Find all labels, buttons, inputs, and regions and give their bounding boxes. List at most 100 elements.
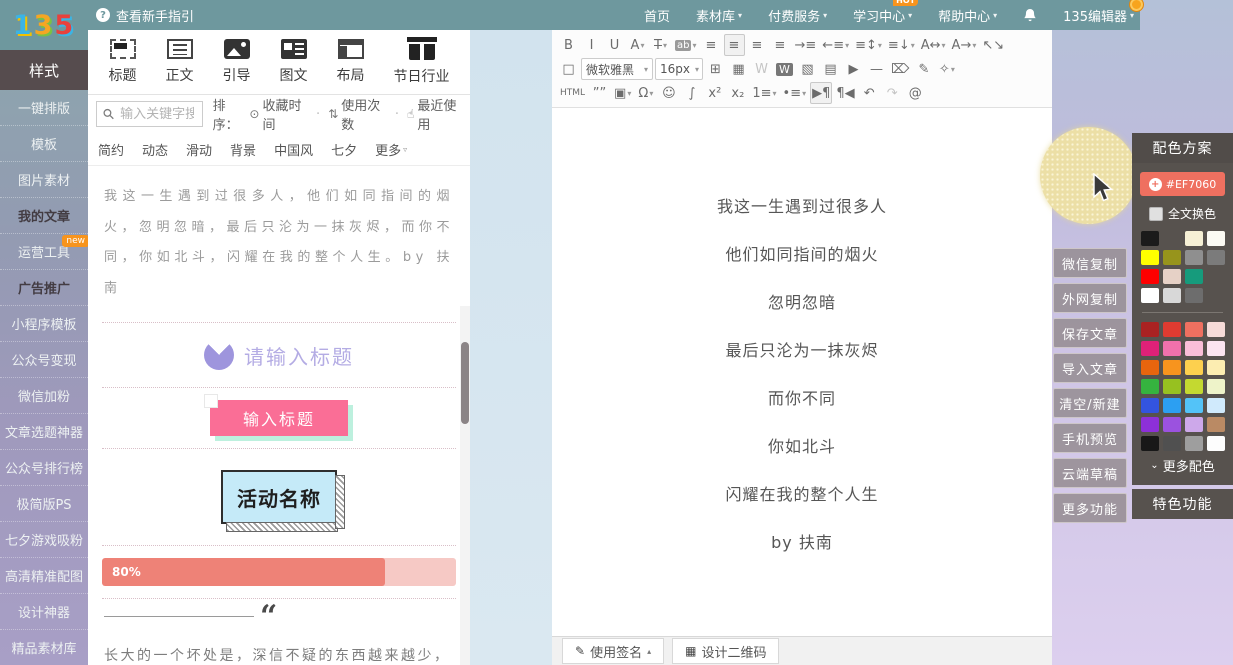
phone-preview-button[interactable]: 手机预览 — [1053, 423, 1127, 453]
color-swatch-9e9e9e[interactable] — [1185, 436, 1203, 451]
sidebar-item-topic-tool[interactable]: 文章选题神器 — [0, 414, 88, 450]
color-swatch-e7650e[interactable] — [1141, 360, 1159, 375]
color-swatch-fbe4f0[interactable] — [1207, 341, 1225, 356]
toolbar-word-import-button[interactable]: W — [774, 58, 795, 80]
toolbar-superscript-button[interactable]: x² — [704, 82, 725, 104]
color-swatch-a92222[interactable] — [1141, 322, 1159, 337]
toolbar-emoji-button[interactable]: ☺ — [658, 82, 679, 104]
sidebar-item-one-click-layout[interactable]: 一键排版 — [0, 90, 88, 126]
color-swatch-cda8ea[interactable] — [1185, 417, 1203, 432]
style-preview-activity[interactable]: 活动名称 — [102, 449, 456, 545]
toolbar-find-button[interactable]: @ — [905, 82, 926, 104]
color-swatch-505050[interactable] — [1163, 436, 1181, 451]
checkbox-icon[interactable] — [1149, 207, 1163, 221]
title-input-button[interactable]: 输入标题 — [210, 400, 348, 436]
color-swatch-df2178[interactable] — [1141, 341, 1159, 356]
color-swatch-fdfdfd[interactable] — [1207, 436, 1225, 451]
tag-dynamic[interactable]: 动态 — [142, 140, 168, 159]
style-preview-text[interactable]: 我这一生遇到过很多人，他们如同指间的烟火，忽明忽暗，最后只沦为一抹灰烬，而你不同… — [104, 182, 454, 304]
special-features-button[interactable]: 特色功能 — [1132, 489, 1233, 519]
toolbar-letter-spacing-button[interactable]: A↔▾ — [919, 34, 948, 56]
color-swatch-f6f0d5[interactable] — [1185, 231, 1203, 246]
tab-imgtext[interactable]: 图文 — [280, 39, 308, 85]
toolbar-paragraph-spacing-button[interactable]: ≡↓▾ — [886, 34, 917, 56]
color-swatch-8f8f8f[interactable] — [1185, 250, 1203, 265]
clear-new-button[interactable]: 清空/新建 — [1053, 388, 1127, 418]
sort-option-recent-use[interactable]: ☝最近使用 — [407, 95, 462, 133]
toolbar-insert-video-button[interactable]: ▶ — [843, 58, 864, 80]
color-swatch-7b7b7b[interactable] — [1207, 250, 1225, 265]
tag-qixi[interactable]: 七夕 — [331, 140, 357, 159]
color-swatch-fcedb1[interactable] — [1207, 360, 1225, 375]
color-swatch-f9bed8[interactable] — [1185, 341, 1203, 356]
sidebar-item-simple-ps[interactable]: 极简版PS — [0, 486, 88, 522]
toolbar-align-right-button[interactable]: ≡ — [747, 34, 768, 56]
toolbar-insert-link-button[interactable]: ∫ — [681, 82, 702, 104]
sort-option-use-count[interactable]: ⇅使用次数 — [328, 95, 399, 133]
import-article-button[interactable]: 导入文章 — [1053, 353, 1127, 383]
sidebar-item-operation-tools[interactable]: 运营工具new — [0, 234, 88, 270]
color-swatch-1b1b1b[interactable] — [1141, 231, 1159, 246]
toolbar-html-source-button[interactable]: HTML — [558, 82, 587, 104]
color-swatch-97941c[interactable] — [1163, 250, 1181, 265]
scrollbar-thumb[interactable] — [461, 342, 469, 424]
toolbar-insert-image-map-button[interactable]: ▦ — [728, 58, 749, 80]
nav-item-assets[interactable]: 素材库▾ — [696, 6, 742, 25]
sidebar-item-account-ranking[interactable]: 公众号排行榜 — [0, 450, 88, 486]
color-swatch-ffff00[interactable] — [1141, 250, 1159, 265]
toolbar-special-char-button[interactable]: Ω▾ — [635, 82, 656, 104]
activity-name-box[interactable]: 活动名称 — [221, 470, 337, 524]
color-swatch-2c9ff2[interactable] — [1163, 398, 1181, 413]
toolbar-subscript-button[interactable]: x₂ — [727, 82, 748, 104]
toolbar-font-family-select[interactable]: 微软雅黑▾ — [581, 58, 653, 80]
sidebar-item-image-assets[interactable]: 图片素材 — [0, 162, 88, 198]
sidebar-item-ad-promotion[interactable]: 广告推广 — [0, 270, 88, 306]
nav-item-paid-services[interactable]: 付费服务▾ — [768, 6, 827, 25]
toolbar-magic-wand-button[interactable]: ✧▾ — [936, 58, 957, 80]
sidebar-item-qixi-game[interactable]: 七夕游戏吸粉 — [0, 522, 88, 558]
color-swatch-d0eafc[interactable] — [1207, 398, 1225, 413]
sidebar-item-my-articles[interactable]: 我的文章 — [0, 198, 88, 234]
toolbar-align-justify-button[interactable]: ≡ — [770, 34, 791, 56]
toolbar-highlight-button[interactable]: ab▾ — [673, 34, 699, 56]
current-color-button[interactable]: + #EF7060 — [1140, 172, 1225, 196]
color-swatch-9b52df[interactable] — [1163, 417, 1181, 432]
toolbar-ordered-list-button[interactable]: 1≡▾ — [750, 82, 778, 104]
design-qrcode-button[interactable]: ▦ 设计二维码 — [672, 638, 779, 664]
color-swatch-fe0000[interactable] — [1141, 269, 1159, 284]
cloud-draft-button[interactable]: 云端草稿 — [1053, 458, 1127, 488]
toolbar-horizontal-rule-button[interactable]: — — [866, 58, 887, 80]
nav-item-home[interactable]: 首页 — [644, 6, 670, 25]
toolbar-blockquote-button[interactable]: ”” — [589, 82, 610, 104]
toolbar-unordered-list-button[interactable]: •≡▾ — [781, 82, 809, 104]
color-swatch-3354df[interactable] — [1141, 398, 1159, 413]
sidebar-item-premium-assets[interactable]: 精品素材库 — [0, 630, 88, 665]
color-swatch-ffffff[interactable] — [1141, 288, 1159, 303]
toolbar-italic-button[interactable]: I — [581, 34, 602, 56]
color-swatch-8d30d8[interactable] — [1141, 417, 1159, 432]
sidebar-item-account-monetize[interactable]: 公众号变现 — [0, 342, 88, 378]
tab-layout[interactable]: 布局 — [337, 39, 365, 85]
toolbar-bold-button[interactable]: B — [558, 34, 579, 56]
color-swatch-e6d1c6[interactable] — [1163, 269, 1181, 284]
tab-guide[interactable]: 引导 — [223, 39, 251, 85]
color-swatch-35b33f[interactable] — [1141, 379, 1159, 394]
editor-canvas[interactable]: 我这一生遇到过很多人他们如同指间的烟火忽明忽暗最后只沦为一抹灰烬而你不同你如北斗… — [552, 108, 1052, 636]
tag-background[interactable]: 背景 — [230, 140, 256, 159]
toolbar-undo-button[interactable]: ↶ — [859, 82, 880, 104]
color-swatch-53c3f8[interactable] — [1185, 398, 1203, 413]
nav-item-help-center[interactable]: 帮助中心▾ — [938, 6, 997, 25]
more-functions-button[interactable]: 更多功能 — [1053, 493, 1127, 523]
sidebar-item-styles[interactable]: 样式 — [0, 50, 88, 90]
toolbar-rtl-paragraph-button[interactable]: ¶◀ — [834, 82, 856, 104]
color-swatch-f171ac[interactable] — [1163, 341, 1181, 356]
toolbar-align-center-button[interactable]: ≡ — [724, 34, 745, 56]
nav-item-account[interactable]: 135编辑器▾ — [1063, 6, 1134, 25]
style-preview-button[interactable]: 输入标题 — [102, 388, 456, 448]
full-text-recolor-option[interactable]: 全文换色 — [1140, 205, 1225, 222]
tag-more[interactable]: 更多▿ — [375, 140, 407, 159]
toolbar-ltr-paragraph-button[interactable]: ▶¶ — [810, 82, 832, 104]
toolbar-eraser-button[interactable]: ⌦ — [889, 58, 911, 80]
toolbar-font-size-select[interactable]: 16px▾ — [655, 58, 703, 80]
sidebar-item-miniprogram-templates[interactable]: 小程序模板 — [0, 306, 88, 342]
